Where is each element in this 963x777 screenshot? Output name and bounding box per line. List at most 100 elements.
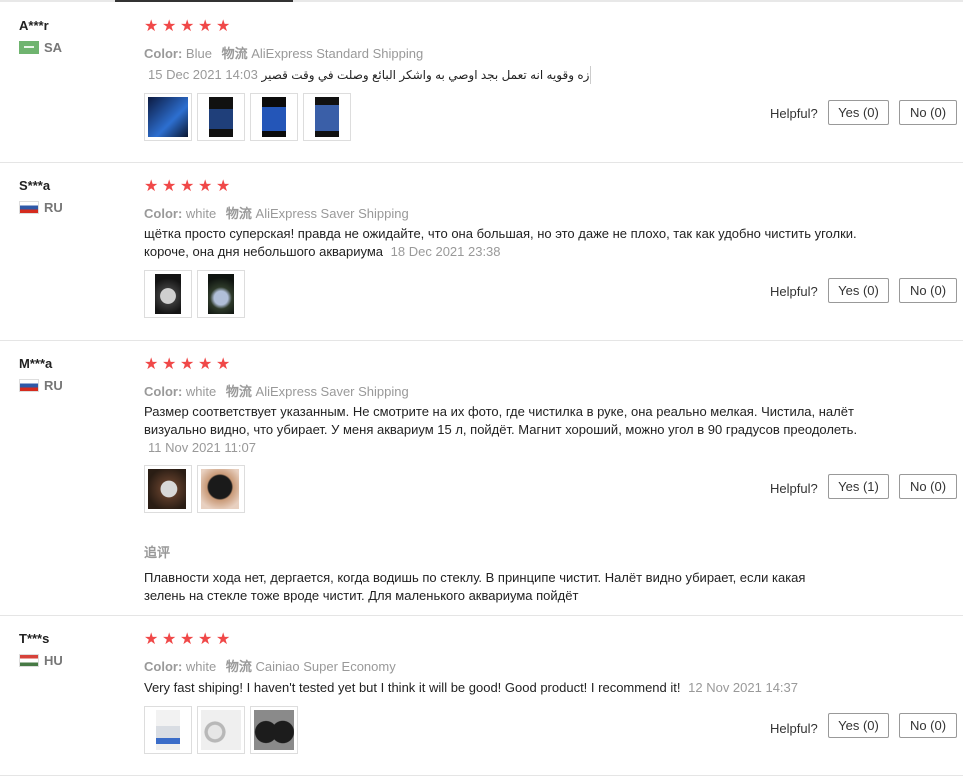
helpful-yes-button[interactable]: Yes (0) bbox=[828, 278, 889, 303]
review-photo[interactable] bbox=[144, 706, 192, 754]
country-code: RU bbox=[44, 200, 63, 215]
review-meta: Color: white 物流 Cainiao Super Economy bbox=[144, 656, 396, 675]
star-icon: ★ bbox=[180, 356, 195, 373]
photo-list bbox=[144, 93, 351, 141]
review-date: 11 Nov 2021 11:07 bbox=[148, 440, 256, 455]
review-meta: Color: Blue 物流 AliExpress Standard Shipp… bbox=[144, 43, 423, 62]
color-value: white bbox=[185, 659, 217, 674]
review-item: T***s HU ★ ★ ★ ★ ★ Color: white 物流 Cainiao S… bbox=[0, 616, 963, 776]
star-icon: ★ bbox=[198, 631, 213, 648]
star-icon: ★ bbox=[180, 631, 195, 648]
review-photo[interactable] bbox=[197, 270, 245, 318]
helpful-no-button[interactable]: No (0) bbox=[899, 474, 957, 499]
review-photo[interactable] bbox=[197, 465, 245, 513]
review-meta: Color: white 物流 AliExpress Saver Shippin… bbox=[144, 203, 409, 222]
color-label: Color: bbox=[144, 659, 183, 674]
followup-text: Плавности хода нет, дергается, когда вод… bbox=[144, 570, 806, 603]
helpful-no-button[interactable]: No (0) bbox=[899, 100, 957, 125]
shipping-value: AliExpress Saver Shipping bbox=[255, 206, 409, 221]
star-icon: ★ bbox=[162, 631, 177, 648]
country-code: SA bbox=[44, 40, 63, 55]
reviewer-country: RU bbox=[19, 378, 63, 393]
shipping-label: 物流 bbox=[225, 659, 252, 674]
reviewer-name: M***a bbox=[19, 356, 53, 371]
star-rating: ★ ★ ★ ★ ★ bbox=[144, 632, 233, 648]
color-value: white bbox=[185, 384, 217, 399]
star-rating: ★ ★ ★ ★ ★ bbox=[144, 19, 233, 35]
followup-label: 追评 bbox=[144, 545, 171, 560]
review-photo[interactable] bbox=[197, 706, 245, 754]
photo-list bbox=[144, 706, 298, 754]
star-icon: ★ bbox=[216, 18, 231, 35]
review-date: 12 Nov 2021 14:37 bbox=[688, 680, 798, 695]
star-icon: ★ bbox=[144, 356, 159, 373]
star-icon: ★ bbox=[144, 631, 159, 648]
reviewer-country: HU bbox=[19, 653, 63, 668]
review-item: A***r SA ★ ★ ★ ★ ★ Color: Blue 物流 AliExpress… bbox=[0, 3, 963, 163]
review-item: S***a RU ★ ★ ★ ★ ★ Color: white 物流 AliExpres… bbox=[0, 163, 963, 341]
color-label: Color: bbox=[144, 384, 183, 399]
star-icon: ★ bbox=[216, 631, 231, 648]
star-icon: ★ bbox=[162, 18, 177, 35]
review-text-row: 15 Dec 2021 14:03 نوعيه ممتازه وقويه انه… bbox=[148, 66, 591, 84]
star-icon: ★ bbox=[162, 356, 177, 373]
star-icon: ★ bbox=[198, 356, 213, 373]
review-item: M***a RU ★ ★ ★ ★ ★ Color: white 物流 AliExpres… bbox=[0, 341, 963, 616]
review-photo[interactable] bbox=[250, 706, 298, 754]
star-rating: ★ ★ ★ ★ ★ bbox=[144, 357, 233, 373]
helpful-label: Helpful? bbox=[770, 721, 818, 736]
photo-list bbox=[144, 465, 245, 513]
helpful-yes-button[interactable]: Yes (0) bbox=[828, 713, 889, 738]
helpful-yes-button[interactable]: Yes (0) bbox=[828, 100, 889, 125]
helpful-label: Helpful? bbox=[770, 284, 818, 299]
reviewer-country: RU bbox=[19, 200, 63, 215]
star-icon: ★ bbox=[180, 178, 195, 195]
review-photo[interactable] bbox=[303, 93, 351, 141]
review-date: 15 Dec 2021 14:03 bbox=[148, 67, 258, 82]
country-code: RU bbox=[44, 378, 63, 393]
helpful-no-button[interactable]: No (0) bbox=[899, 713, 957, 738]
shipping-label: 物流 bbox=[225, 384, 252, 399]
shipping-value: AliExpress Saver Shipping bbox=[255, 384, 409, 399]
review-text: Very fast shiping! I haven't tested yet … bbox=[144, 680, 681, 695]
reviewer-country: SA bbox=[19, 40, 62, 55]
star-icon: ★ bbox=[162, 178, 177, 195]
shipping-value: Cainiao Super Economy bbox=[255, 659, 396, 674]
flag-sa-icon bbox=[19, 41, 39, 54]
shipping-label: 物流 bbox=[225, 206, 252, 221]
review-meta: Color: white 物流 AliExpress Saver Shippin… bbox=[144, 381, 409, 400]
review-text-row: щётка просто суперская! правда не ожидай… bbox=[144, 225, 859, 261]
review-text-row: Very fast shiping! I haven't tested yet … bbox=[144, 679, 904, 697]
country-code: HU bbox=[44, 653, 63, 668]
helpful-yes-button[interactable]: Yes (1) bbox=[828, 474, 889, 499]
reviewer-name: T***s bbox=[19, 631, 50, 646]
star-icon: ★ bbox=[216, 178, 231, 195]
review-photo[interactable] bbox=[144, 465, 192, 513]
star-icon: ★ bbox=[198, 18, 213, 35]
helpful-label: Helpful? bbox=[770, 106, 818, 121]
flag-ru-icon bbox=[19, 201, 39, 214]
review-photo[interactable] bbox=[144, 93, 192, 141]
photo-list bbox=[144, 270, 245, 318]
active-tab-indicator bbox=[115, 0, 293, 2]
review-photo[interactable] bbox=[250, 93, 298, 141]
review-photo[interactable] bbox=[197, 93, 245, 141]
reviewer-name: A***r bbox=[19, 18, 49, 33]
star-rating: ★ ★ ★ ★ ★ bbox=[144, 179, 233, 195]
star-icon: ★ bbox=[198, 178, 213, 195]
color-label: Color: bbox=[144, 46, 183, 61]
review-text: نوعيه ممتازه وقويه انه تعمل بجد اوصي به … bbox=[261, 68, 591, 82]
review-date: 18 Dec 2021 23:38 bbox=[390, 244, 501, 259]
star-icon: ★ bbox=[144, 178, 159, 195]
star-icon: ★ bbox=[216, 356, 231, 373]
flag-hu-icon bbox=[19, 654, 39, 667]
color-value: white bbox=[185, 206, 217, 221]
shipping-value: AliExpress Standard Shipping bbox=[251, 46, 424, 61]
review-text: Размер соответствует указанным. Не смотр… bbox=[144, 404, 858, 437]
helpful-no-button[interactable]: No (0) bbox=[899, 278, 957, 303]
helpful-label: Helpful? bbox=[770, 481, 818, 496]
star-icon: ★ bbox=[144, 18, 159, 35]
color-value: Blue bbox=[185, 46, 212, 61]
flag-ru-icon bbox=[19, 379, 39, 392]
review-photo[interactable] bbox=[144, 270, 192, 318]
